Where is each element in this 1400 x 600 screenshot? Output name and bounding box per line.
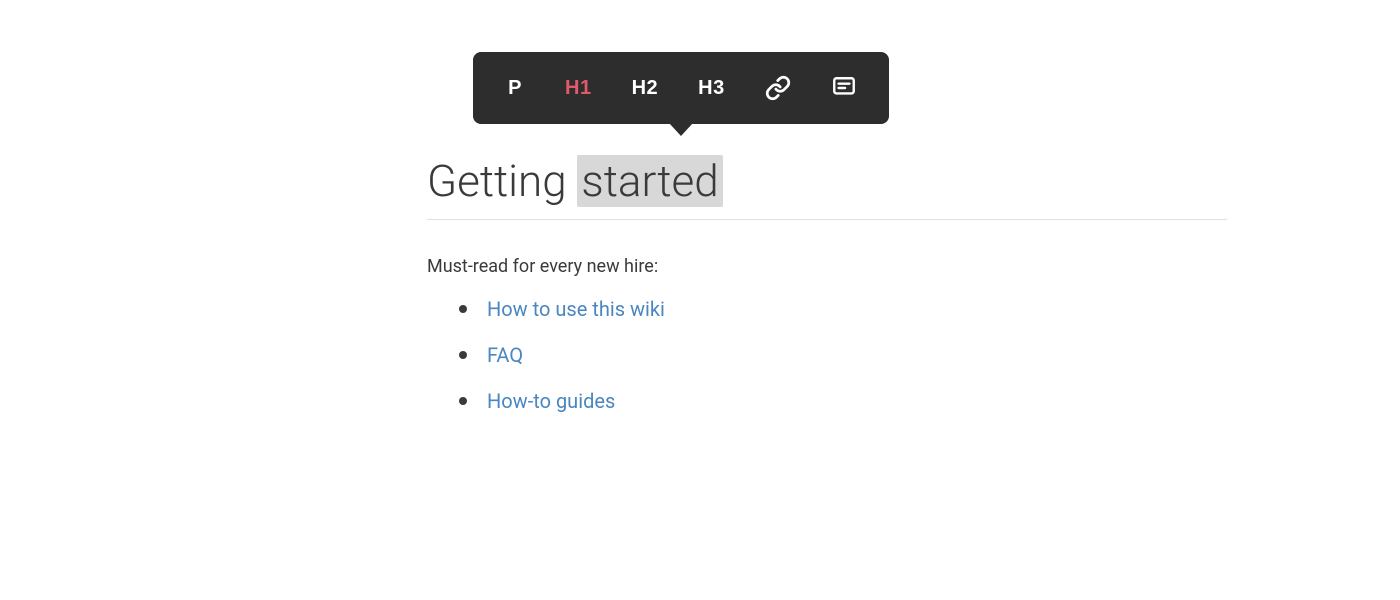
page-heading: Getting started [427, 155, 1227, 220]
list-item: How to use this wiki [459, 297, 1227, 321]
comment-button[interactable] [811, 52, 877, 124]
h2-button[interactable]: H2 [612, 52, 679, 124]
heading-normal-text: Getting [427, 155, 577, 207]
h1-button[interactable]: H1 [545, 52, 612, 124]
bullet-dot [459, 351, 467, 359]
main-content: Getting started Must-read for every new … [427, 155, 1227, 435]
how-to-guides-link[interactable]: How-to guides [487, 389, 615, 413]
faq-link[interactable]: FAQ [487, 343, 523, 367]
links-list: How to use this wiki FAQ How-to guides [459, 297, 1227, 413]
paragraph-button[interactable]: P [485, 52, 545, 124]
formatting-toolbar: P H1 H2 H3 [473, 52, 889, 124]
subtitle-text: Must-read for every new hire: [427, 256, 1227, 277]
bullet-dot [459, 397, 467, 405]
bullet-dot [459, 305, 467, 313]
list-item: FAQ [459, 343, 1227, 367]
h3-button[interactable]: H3 [678, 52, 745, 124]
link-button[interactable] [745, 52, 811, 124]
comment-icon [831, 75, 857, 101]
list-item: How-to guides [459, 389, 1227, 413]
link-icon [765, 75, 791, 101]
how-to-wiki-link[interactable]: How to use this wiki [487, 297, 665, 321]
heading-highlighted-text: started [577, 155, 722, 207]
